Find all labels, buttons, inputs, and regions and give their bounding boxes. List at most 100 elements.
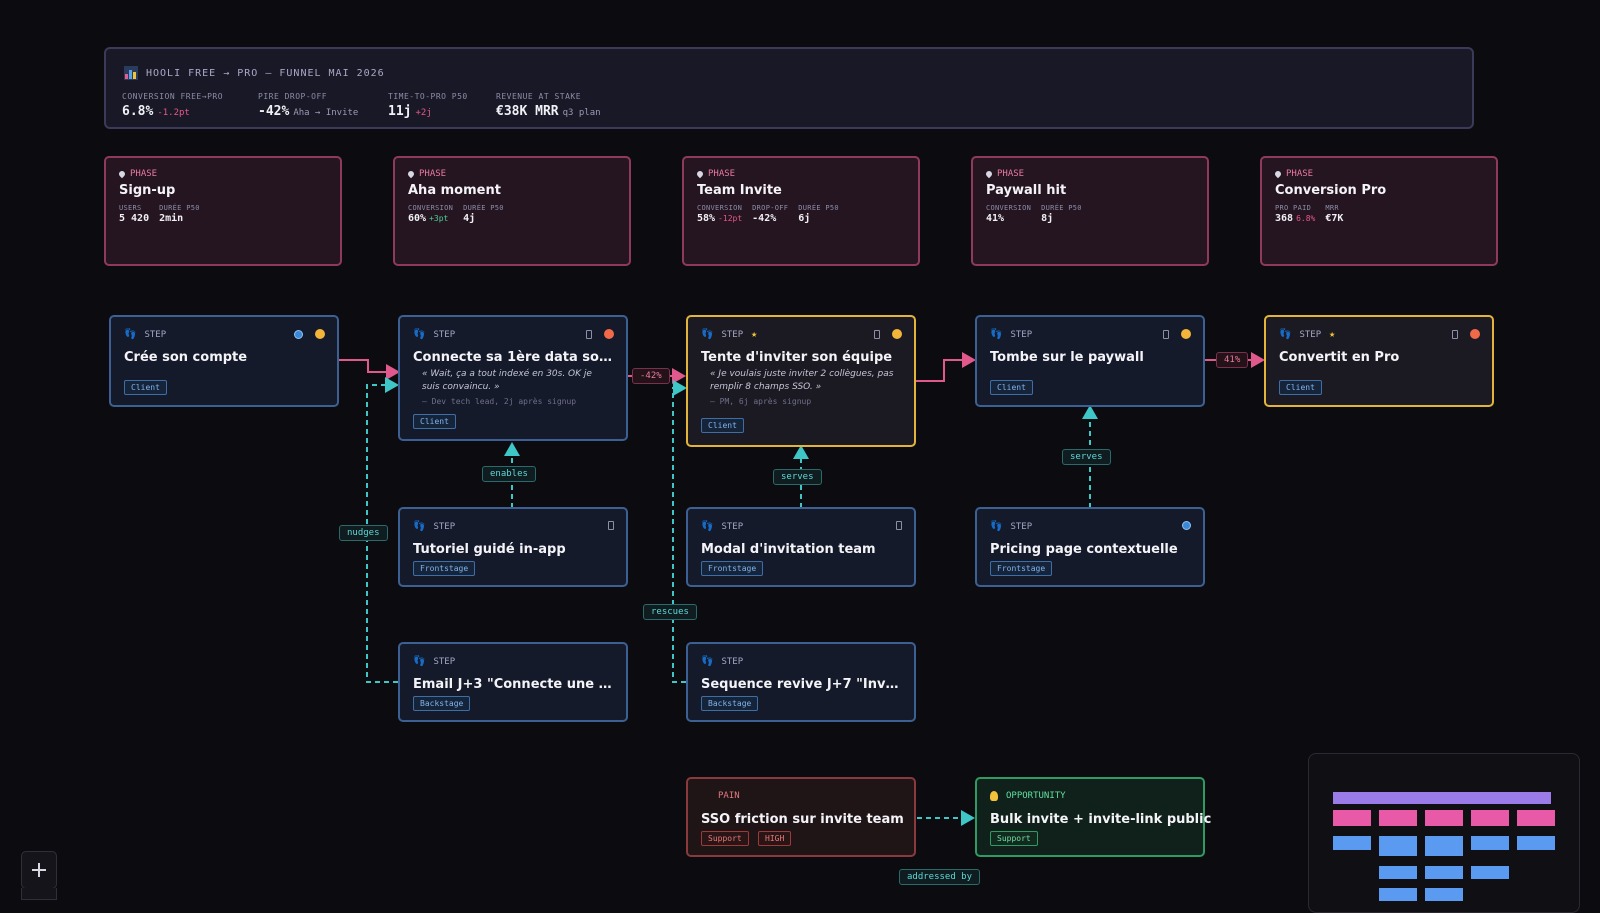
minimap-phase [1379, 810, 1417, 826]
lane-chip: Client [413, 414, 456, 429]
footprints-icon: 👣 [701, 329, 714, 340]
phase-conversion-pro[interactable]: PHASE Conversion Pro PRO PAID 368 6.8% MRR… [1260, 156, 1498, 266]
opportunity-chip: Support [990, 831, 1038, 846]
dropoff-label-invite: -42% [632, 368, 670, 384]
lane-chip: Backstage [413, 696, 471, 711]
pain-chip-severity: HIGH [758, 831, 792, 846]
pain-title: SSO friction sur invite team [701, 812, 904, 827]
step-title: Convertit en Pro [1279, 350, 1400, 365]
emoji-icon [892, 329, 902, 339]
step-tutoriel-guide[interactable]: 👣 STEP Tutoriel guidé in-app Frontstage [398, 507, 628, 587]
footprints-icon: 👣 [990, 521, 1003, 532]
footprints-icon: 👣 [413, 656, 426, 667]
step-pricing-page[interactable]: 👣 STEP Pricing page contextuelle Frontsta… [975, 507, 1205, 587]
plus-icon[interactable] [21, 851, 57, 889]
lane-chip: Frontstage [413, 561, 476, 576]
phone-icon [608, 521, 614, 530]
pin-icon [984, 169, 994, 179]
step-connecte-data-source[interactable]: 👣 STEP Connecte sa 1ère data source « Wai… [398, 315, 628, 441]
lane-chip: Frontstage [701, 561, 764, 576]
phone-icon [586, 329, 592, 339]
minimap-step [1471, 836, 1509, 850]
lane-chip: Client [701, 418, 744, 433]
minimap-step [1379, 836, 1417, 856]
pin-icon [406, 169, 416, 179]
zoom-control-lower[interactable] [21, 888, 57, 900]
footprints-icon: 👣 [413, 521, 426, 532]
lane-chip: Client [990, 380, 1033, 395]
quote-source: — PM, 6j après signup [710, 397, 812, 406]
opportunity-card[interactable]: OPPORTUNITY Bulk invite + invite-link pu… [975, 777, 1211, 857]
minimap-phase [1425, 810, 1463, 826]
minimap[interactable] [1308, 753, 1580, 913]
step-tente-inviter-equipe[interactable]: 👣 STEP ★ Tente d'inviter son équipe « Je v… [686, 315, 916, 447]
header-title: HOOLI FREE → PRO — FUNNEL MAI 2026 [146, 67, 385, 79]
minimap-step [1379, 866, 1417, 879]
serves-label-1: serves [773, 469, 822, 485]
pin-icon [695, 169, 705, 179]
pain-chip-support: Support [701, 831, 749, 846]
step-cree-compte[interactable]: 👣 STEP Crée son compte Client [109, 315, 339, 407]
step-quote: « Wait, ça a tout indexé en 30s. OK je s… [422, 369, 592, 392]
step-quote: « Je voulais juste inviter 2 collègues, … [710, 369, 894, 392]
minimap-step [1333, 836, 1371, 850]
phone-icon [874, 329, 880, 339]
step-email-j3[interactable]: 👣STEP Email J+3 "Connecte une 2e s... Ba… [398, 642, 628, 722]
phone-icon [1163, 329, 1169, 339]
phase-paywall-hit[interactable]: PHASE Paywall hit CONVERSION 41% DURÉE P5… [971, 156, 1209, 266]
emoji-icon [604, 329, 614, 339]
minimap-step [1471, 866, 1509, 879]
footprints-icon: 👣 [1279, 329, 1292, 340]
kpi-conversion: CONVERSION FREE→PRO 6.8% -1.2pt [122, 92, 224, 119]
minimap-step [1425, 836, 1463, 856]
flow-edge-1 [337, 359, 400, 380]
nudges-label: nudges [339, 525, 388, 541]
phase-name: Paywall hit [986, 183, 1067, 198]
emoji-icon [1470, 329, 1480, 339]
step-sequence-revive[interactable]: 👣STEP Sequence revive J+7 "Invite t... B… [686, 642, 916, 722]
addressed-by-label: addressed by [899, 869, 981, 885]
footprints-icon: 👣 [701, 521, 714, 532]
lane-chip: Backstage [701, 696, 759, 711]
step-title: Tutoriel guidé in-app [413, 542, 566, 557]
globe-icon [294, 329, 303, 339]
funnel-header: HOOLI FREE → PRO — FUNNEL MAI 2026 CONVE… [104, 47, 1474, 129]
minimap-phase [1333, 810, 1371, 826]
lane-chip: Frontstage [990, 561, 1053, 576]
kpi-time-to-pro: TIME-TO-PRO P50 11j +2j [388, 92, 468, 119]
step-title: Tente d'inviter son équipe [701, 350, 893, 365]
flow-edge-3 [915, 352, 976, 382]
phone-icon [1452, 329, 1458, 339]
footprints-icon: 👣 [124, 329, 137, 340]
opportunity-title: Bulk invite + invite-link public [990, 812, 1212, 827]
star-icon: ★ [751, 329, 758, 340]
step-title: Sequence revive J+7 "Invite t... [701, 677, 902, 692]
phase-team-invite[interactable]: PHASE Team Invite CONVERSION 58% -12pt DRO… [682, 156, 920, 266]
pain-card[interactable]: PAIN SSO friction sur invite team Suppor… [686, 777, 916, 857]
minimap-step [1379, 888, 1417, 901]
pin-icon [1273, 169, 1283, 179]
star-icon: ★ [1329, 329, 1336, 340]
phase-signup[interactable]: PHASE Sign-up USERS 5 420 DURÉE P50 2min [104, 156, 342, 266]
minimap-phase [1471, 810, 1509, 826]
step-convertit-pro[interactable]: 👣 STEP ★ Convertit en Pro Client [1264, 315, 1494, 407]
step-tombe-paywall[interactable]: 👣 STEP Tombe sur le paywall Client [975, 315, 1205, 407]
phase-aha-moment[interactable]: PHASE Aha moment CONVERSION 60% +3pt DURÉE… [393, 156, 631, 266]
enables-label: enables [482, 466, 536, 482]
minimap-header [1333, 792, 1551, 804]
emoji-icon [315, 329, 325, 339]
step-title: Modal d'invitation team [701, 542, 876, 557]
step-title: Connecte sa 1ère data source [413, 350, 614, 365]
phase-name: Conversion Pro [1275, 183, 1387, 198]
footprints-icon: 👣 [413, 329, 426, 340]
globe-icon [1182, 521, 1191, 530]
step-modal-invitation[interactable]: 👣 STEP Modal d'invitation team Frontstage [686, 507, 916, 587]
minimap-step [1425, 866, 1463, 879]
minimap-phase [1517, 810, 1555, 826]
chart-icon [124, 66, 138, 80]
phone-icon [896, 521, 902, 530]
lane-chip: Client [124, 380, 167, 395]
phase-name: Aha moment [408, 183, 501, 198]
step-title: Tombe sur le paywall [990, 350, 1144, 365]
quote-source: — Dev tech lead, 2j après signup [422, 397, 577, 406]
